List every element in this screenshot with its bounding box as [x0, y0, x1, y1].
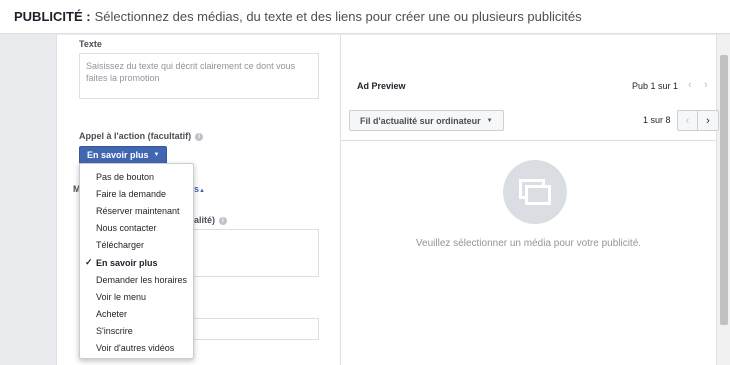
cta-option-acheter[interactable]: Acheter	[80, 306, 193, 323]
next-page-button[interactable]: ›	[698, 110, 719, 131]
media-frame-front	[525, 185, 551, 205]
chevron-left-icon: ‹	[685, 114, 690, 127]
cta-select-button[interactable]: En savoir plus ▼	[79, 146, 168, 164]
partial-input[interactable]	[180, 318, 319, 340]
cta-option-demander-les-horaires[interactable]: Demander les horaires	[80, 271, 193, 288]
option-label: En savoir plus	[96, 257, 158, 268]
placement-select[interactable]: Fil d'actualité sur ordinateur ▼	[349, 110, 504, 131]
chevron-left-icon[interactable]: ‹	[688, 79, 692, 91]
caret-down-icon: ▼	[153, 152, 160, 158]
prev-page-button[interactable]: ‹	[677, 110, 698, 131]
page-header: PUBLICITÉ : Sélectionnez des médias, du …	[0, 0, 730, 34]
option-label: Réserver maintenant	[96, 205, 180, 216]
cta-option-telecharger[interactable]: Télécharger	[80, 237, 193, 254]
left-gutter	[0, 35, 56, 365]
cta-option-reserver-maintenant[interactable]: Réserver maintenant	[80, 202, 193, 219]
option-label: Acheter	[96, 309, 128, 320]
media-placeholder-icon	[503, 160, 567, 224]
preview-divider	[341, 140, 716, 141]
cta-label: Appel à l'action (facultatif) i	[79, 131, 204, 141]
cta-label-text: Appel à l'action (facultatif)	[79, 131, 192, 141]
scrollbar-thumb[interactable]	[720, 55, 728, 325]
cta-option-pas-de-bouton[interactable]: Pas de bouton	[80, 168, 193, 185]
cta-select-value: En savoir plus	[87, 150, 149, 160]
pub-count: Pub 1 sur 1	[632, 81, 679, 91]
checkmark-icon: ✓	[85, 257, 93, 268]
cta-option-nous-contacter[interactable]: Nous contacter	[80, 220, 193, 237]
texte-input[interactable]: Saisissez du texte qui décrit clairement…	[79, 53, 319, 99]
info-icon-2[interactable]: i	[219, 216, 228, 225]
option-label: Faire la demande	[96, 188, 167, 199]
cta-option-en-savoir-plus[interactable]: ✓ En savoir plus	[80, 254, 193, 271]
option-label: Voir le menu	[96, 291, 147, 302]
option-label: S'inscrire	[96, 326, 133, 337]
partial-textarea[interactable]	[180, 229, 319, 277]
caret-up-icon: ▲	[199, 188, 205, 194]
option-label: Pas de bouton	[96, 171, 155, 182]
option-label: Télécharger	[96, 240, 145, 251]
cta-dropdown-menu: Pas de bouton Faire la demande Réserver …	[79, 163, 194, 359]
texte-label: Texte	[79, 39, 102, 49]
cta-option-faire-la-demande[interactable]: Faire la demande	[80, 185, 193, 202]
empty-preview-message: Veuillez sélectionner un média pour votr…	[415, 238, 642, 249]
info-icon[interactable]: i	[195, 132, 204, 141]
header-subtitle: Sélectionnez des médias, du texte et des…	[94, 9, 582, 24]
scrollbar[interactable]	[716, 35, 730, 365]
chevron-right-icon: ›	[706, 114, 710, 127]
cta-option-voir-dautres-videos[interactable]: Voir d'autres vidéos	[80, 340, 193, 357]
partial-optional-label: alité) i	[194, 215, 228, 225]
option-label: Demander les horaires	[96, 274, 188, 285]
cta-option-sinscrire[interactable]: S'inscrire	[80, 323, 193, 340]
ad-preview-title: Ad Preview	[357, 81, 406, 91]
placement-select-value: Fil d'actualité sur ordinateur	[360, 115, 481, 126]
caret-down-icon: ▼	[486, 117, 493, 124]
chevron-right-icon[interactable]: ›	[704, 79, 708, 91]
partial-optional-text: alité)	[194, 215, 216, 225]
option-label: Nous contacter	[96, 223, 157, 234]
option-label: Voir d'autres vidéos	[96, 343, 175, 354]
cta-option-voir-le-menu[interactable]: Voir le menu	[80, 288, 193, 305]
partial-label-right[interactable]: s▲	[194, 184, 205, 194]
page-count: 1 sur 8	[643, 115, 671, 125]
header-title: PUBLICITÉ :	[14, 9, 91, 24]
